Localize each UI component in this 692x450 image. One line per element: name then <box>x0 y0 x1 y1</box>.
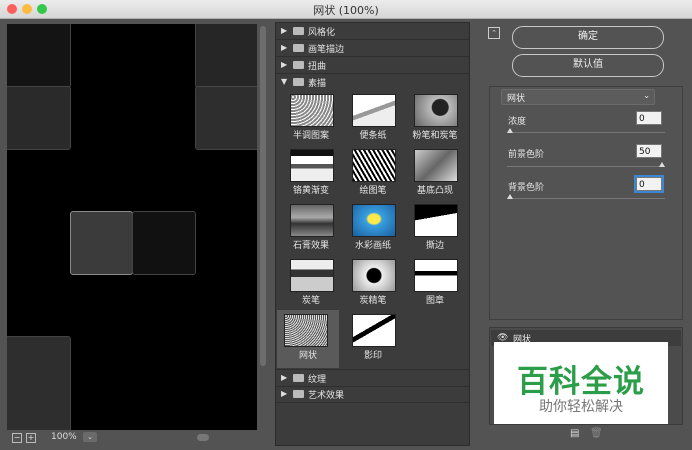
horizontal-scroll-thumb[interactable] <box>197 434 209 441</box>
preview-tile <box>7 86 71 150</box>
background-level-label: 背景色阶 <box>508 183 545 193</box>
preview-tile <box>195 24 257 88</box>
thumbnail-image <box>290 259 334 292</box>
zoom-dropdown[interactable]: ⌄ <box>83 432 97 442</box>
thumbnail-image <box>290 94 334 127</box>
thumbnail-image <box>352 314 396 347</box>
zoom-level: 100% <box>51 432 77 442</box>
filter-thumb[interactable]: 炭精笔 <box>345 255 401 317</box>
filter-thumb[interactable]: 铬黄渐变 <box>283 145 339 207</box>
foreground-level-slider[interactable] <box>507 162 665 167</box>
filter-thumb[interactable]: 图章 <box>407 255 463 317</box>
vertical-scrollbar[interactable] <box>260 26 266 366</box>
preview-tile <box>70 211 133 275</box>
filter-gallery-window: 网状 (100%) − + 100% ⌄ ▶ 风格化 ▶ 画笔描边 ▶ 扭曲 ▼ 素描 … <box>0 0 692 450</box>
filter-thumb[interactable]: 水彩画纸 <box>345 200 401 262</box>
zoom-in-button[interactable]: + <box>26 433 36 443</box>
category-distort[interactable]: ▶ 扭曲 <box>276 57 469 74</box>
filter-thumb[interactable]: 绘图笔 <box>345 145 401 207</box>
filter-thumb[interactable]: 石膏效果 <box>283 200 339 262</box>
thumbnail-image <box>414 204 458 237</box>
thumbnail-image <box>414 259 458 292</box>
thumbnail-image <box>352 94 396 127</box>
watermark: 百科全说 助你轻松解决 <box>494 342 668 424</box>
window-title: 网状 (100%) <box>313 4 379 17</box>
expand-arrow-icon: ▶ <box>281 60 288 69</box>
expand-arrow-icon: ▶ <box>281 26 288 35</box>
thumbnail-image <box>414 149 458 182</box>
expand-arrow-icon: ▶ <box>281 373 288 382</box>
thumbnail-image <box>284 314 328 347</box>
background-level-slider[interactable] <box>507 194 665 199</box>
foreground-level-slider-knob[interactable] <box>659 162 665 167</box>
expand-arrow-icon: ▶ <box>281 43 288 52</box>
ok-button[interactable]: 确定 <box>512 26 664 49</box>
thumbnail-image <box>352 204 396 237</box>
category-brush-strokes[interactable]: ▶ 画笔描边 <box>276 40 469 57</box>
foreground-level-input[interactable]: 50 <box>636 144 662 158</box>
zoom-out-button[interactable]: − <box>12 433 22 443</box>
background-level-slider-knob[interactable] <box>507 194 513 199</box>
foreground-level-label: 前景色阶 <box>508 150 545 160</box>
density-slider[interactable] <box>507 128 665 133</box>
folder-icon <box>293 390 304 398</box>
density-slider-knob[interactable] <box>507 128 513 133</box>
defaults-button[interactable]: 默认值 <box>512 54 664 77</box>
filter-thumb[interactable]: 炭笔 <box>283 255 339 317</box>
category-artistic[interactable]: ▶ 艺术效果 <box>276 386 469 403</box>
watermark-title: 百科全说 <box>517 364 645 400</box>
preview-tile <box>132 211 196 275</box>
filter-thumb[interactable]: 基底凸现 <box>407 145 463 207</box>
preview-tile <box>7 24 71 88</box>
thumbnail-image <box>290 204 334 237</box>
filter-gallery: ▶ 风格化 ▶ 画笔描边 ▶ 扭曲 ▼ 素描 半调图案 便条纸 粉笔和炭笔 铬黄渐变 绘… <box>275 22 470 446</box>
filter-thumb[interactable]: 撕边 <box>407 200 463 262</box>
filter-thumb[interactable]: 影印 <box>345 310 401 372</box>
thumbnail-image <box>352 149 396 182</box>
filter-select[interactable]: 网状 ⌄ <box>501 89 655 105</box>
filter-thumb-selected[interactable]: 网状 <box>277 310 339 368</box>
folder-icon <box>293 27 304 35</box>
zoom-bar: − + 100% ⌄ <box>7 430 257 445</box>
chevron-down-icon: ⌄ <box>643 91 650 100</box>
density-input[interactable]: 0 <box>636 111 662 125</box>
filter-thumb[interactable]: 半调图案 <box>283 90 339 152</box>
density-label: 浓度 <box>508 117 527 127</box>
folder-icon <box>293 374 304 382</box>
new-layer-icon[interactable]: ▤ <box>570 428 579 439</box>
watermark-subtitle: 助你轻松解决 <box>539 399 623 415</box>
expand-arrow-icon: ▶ <box>281 389 288 398</box>
category-texture[interactable]: ▶ 纹理 <box>276 369 469 387</box>
trash-icon[interactable]: 🗑 <box>590 428 603 439</box>
background-level-input[interactable]: 0 <box>634 175 664 193</box>
category-stylize[interactable]: ▶ 风格化 <box>276 23 469 40</box>
title-bar: 网状 (100%) <box>0 0 692 19</box>
folder-icon <box>293 61 304 69</box>
thumbnail-image <box>290 149 334 182</box>
preview-tile <box>195 86 257 150</box>
folder-open-icon <box>293 78 304 86</box>
filter-thumb[interactable]: 粉笔和炭笔 <box>407 90 463 152</box>
thumbnail-image <box>414 94 458 127</box>
collapse-gallery-button[interactable]: ⌃ <box>488 27 500 39</box>
preview-tile <box>7 336 71 430</box>
category-sketch[interactable]: ▼ 素描 <box>276 74 469 90</box>
thumbnail-image <box>352 259 396 292</box>
preview-canvas[interactable] <box>7 24 257 430</box>
filter-thumb[interactable]: 便条纸 <box>345 90 401 152</box>
collapse-arrow-icon: ▼ <box>281 77 288 86</box>
folder-icon <box>293 44 304 52</box>
